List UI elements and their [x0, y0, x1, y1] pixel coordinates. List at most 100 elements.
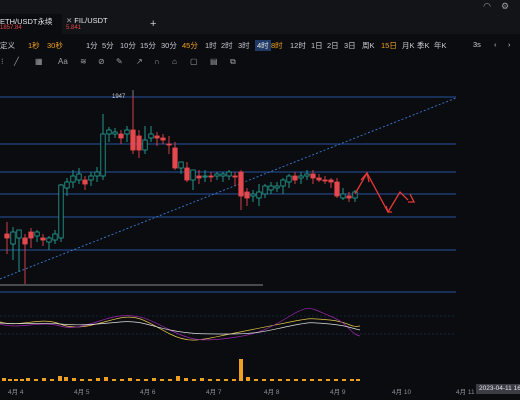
candle-body: [250, 193, 256, 197]
interval-11[interactable]: 3时: [238, 40, 250, 51]
candle-body: [40, 237, 46, 241]
volume-bar: [310, 379, 314, 381]
candle-body: [190, 169, 196, 181]
measure-icon[interactable]: ↗: [136, 57, 143, 66]
interval-bar: 定义 1秒 30秒 1分 5分 10分 15分 30分 45分 1时 2时 3时 4时 8时 12时 1日 2日…: [0, 36, 520, 54]
lock-icon[interactable]: ⌂: [172, 57, 177, 66]
volume-bar: [34, 379, 38, 381]
interval-21[interactable]: 季K: [417, 40, 430, 51]
volume-bar: [152, 378, 156, 381]
tab-fil-usdt[interactable]: ✕ FIL/USDT 5.841: [64, 14, 134, 34]
pattern-tool-icon[interactable]: ≋: [80, 57, 87, 66]
text-tool-button[interactable]: Aa: [58, 57, 68, 66]
magnet-icon[interactable]: ∩: [154, 57, 160, 66]
interval-22[interactable]: 年K: [434, 40, 447, 51]
interval-7[interactable]: 30分: [161, 40, 177, 51]
volume-bar: [144, 379, 148, 381]
volume-bar: [136, 379, 140, 381]
candle-body: [64, 181, 70, 189]
drawing-toolbar: ⁝ ╱ ▦ Aa ≋ ⊘ ✎ ↗ ∩ ⌂ ▢ ▤ ⧉: [0, 54, 520, 71]
x-tick-label: 4月 8: [264, 389, 280, 396]
eraser-icon[interactable]: ⊘: [98, 57, 105, 66]
interval-6[interactable]: 15分: [140, 40, 156, 51]
tab-fil-label: FIL/USDT: [74, 16, 108, 25]
volume-bar: [318, 379, 322, 381]
interval-12[interactable]: 4时: [255, 40, 271, 51]
candle-body: [208, 175, 214, 178]
oscillator-line: [0, 316, 361, 341]
interval-8[interactable]: 45分: [182, 40, 198, 51]
volume-bar: [208, 379, 212, 381]
top-bar: ETH/USDT永续 1857.84 ✕ FIL/USDT 5.841 + ◠ ⚙: [0, 0, 520, 34]
screenshot-icon[interactable]: ⧉: [230, 57, 236, 67]
interval-10[interactable]: 2时: [221, 40, 233, 51]
volume-bar: [104, 377, 108, 381]
candle-body: [58, 184, 64, 239]
interval-1[interactable]: 1秒: [28, 40, 40, 51]
candle-body: [100, 133, 106, 177]
volume-bar: [64, 377, 68, 381]
volume-bar: [342, 379, 346, 381]
interval-19[interactable]: 15日: [381, 40, 397, 51]
volume-bar: [176, 376, 180, 381]
candle-body: [328, 179, 334, 183]
volume-bar: [224, 379, 228, 381]
chart-canvas: 1947: [0, 90, 457, 381]
volume-bar: [58, 376, 62, 381]
candle-body: [76, 173, 82, 181]
oscillator-line: [0, 321, 361, 335]
interval-4[interactable]: 5分: [102, 40, 114, 51]
candle-body: [196, 175, 202, 179]
add-tab-button[interactable]: +: [150, 18, 156, 30]
price-chart[interactable]: 1947: [0, 72, 520, 382]
volume-bar: [20, 379, 24, 381]
candle-body: [22, 237, 28, 245]
interval-17[interactable]: 3日: [344, 40, 356, 51]
candle-body: [106, 129, 112, 135]
interval-9[interactable]: 1时: [205, 40, 217, 51]
x-tick-label: 4月 10: [392, 389, 412, 396]
notification-icon[interactable]: ◠: [482, 1, 492, 11]
line-tool-icon[interactable]: ╱: [14, 57, 19, 66]
interval-20[interactable]: 月K: [402, 40, 415, 51]
interval-5[interactable]: 10分: [120, 40, 136, 51]
settings-icon[interactable]: ⚙: [500, 1, 510, 11]
visibility-icon[interactable]: ▢: [190, 57, 198, 66]
volume-bar: [286, 379, 290, 381]
chevron-right-icon[interactable]: ›: [508, 40, 511, 49]
brush-icon[interactable]: ✎: [116, 57, 123, 66]
interval-16[interactable]: 2日: [327, 40, 339, 51]
volume-bar: [50, 379, 54, 381]
interval-3[interactable]: 1分: [86, 40, 98, 51]
interval-14[interactable]: 12时: [290, 40, 306, 51]
volume-bar: [192, 379, 196, 381]
interval-18[interactable]: 周K: [362, 40, 375, 51]
candle-body: [94, 171, 100, 177]
interval-23[interactable]: 3s: [473, 40, 481, 49]
chevron-left-icon[interactable]: ‹: [494, 40, 497, 49]
candle-body: [184, 167, 190, 181]
interval-13[interactable]: 8时: [271, 40, 283, 51]
candle-body: [166, 143, 172, 146]
tab-fil-price: 5.841: [66, 25, 82, 31]
tab-eth-usdt[interactable]: ETH/USDT永续 1857.84: [0, 14, 62, 34]
volume-bar: [160, 379, 164, 381]
interval-15[interactable]: 1日: [311, 40, 323, 51]
interval-2[interactable]: 30秒: [47, 40, 63, 51]
candle-body: [160, 137, 166, 141]
candle-body: [238, 171, 244, 197]
candle-body: [148, 133, 154, 139]
crosshair-icon[interactable]: ⁝: [1, 57, 4, 66]
candle-body: [52, 233, 58, 241]
x-tick-label: 4月 11: [456, 389, 475, 396]
delete-icon[interactable]: ▤: [210, 57, 218, 66]
x-tick-label: 4月 4: [8, 389, 24, 396]
grid-tool-icon[interactable]: ▦: [35, 57, 43, 66]
volume-bar: [270, 379, 274, 381]
annotation-path: [354, 171, 409, 214]
interval-0[interactable]: 定义: [0, 40, 15, 51]
candle-body: [4, 233, 10, 239]
candle-body: [172, 147, 178, 169]
candle-body: [256, 191, 262, 199]
close-icon[interactable]: ✕: [66, 16, 72, 25]
